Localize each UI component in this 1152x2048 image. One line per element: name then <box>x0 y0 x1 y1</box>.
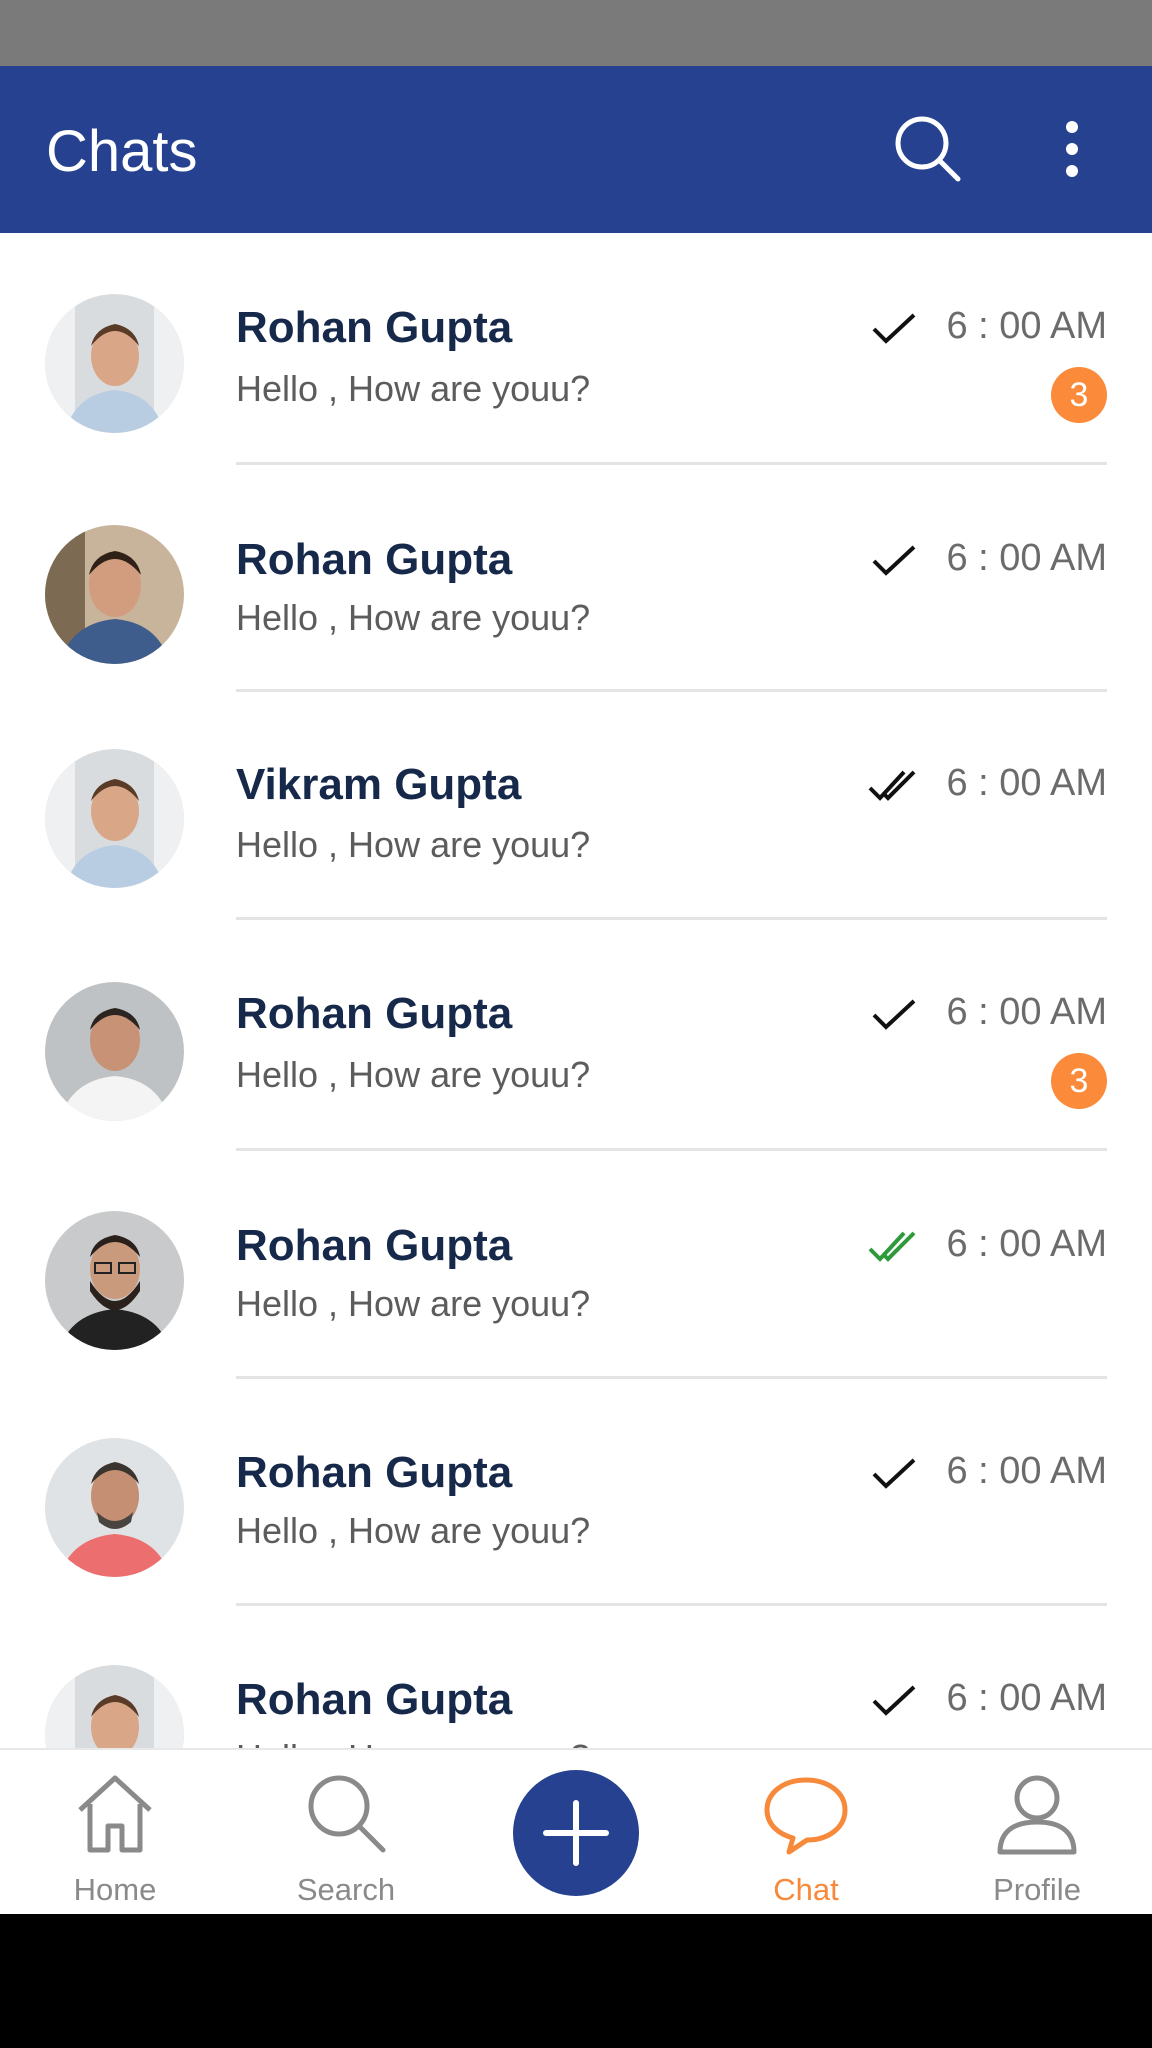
plus-icon <box>543 1800 609 1866</box>
chat-row[interactable]: Rohan Gupta Hello , How are youu? 6 : 00… <box>0 1151 1152 1379</box>
bottom-navigation: Home Search Chat Profile <box>0 1748 1152 1914</box>
nav-home-label: Home <box>73 1872 157 1907</box>
chat-row[interactable]: Rohan Gupta Hello , How are youu? 6 : 00… <box>0 1605 1152 1748</box>
avatar <box>45 1665 184 1748</box>
chat-timestamp: 6 : 00 AM <box>946 1677 1107 1719</box>
chat-row[interactable]: Vikram Gupta Hello , How are youu? 6 : 0… <box>0 692 1152 920</box>
sent-check-icon <box>872 545 916 576</box>
nav-chat-label: Chat <box>773 1872 839 1907</box>
nav-search-label: Search <box>296 1872 396 1907</box>
chat-last-message: Hello , How are youu? <box>236 1737 590 1748</box>
chat-contact-name: Rohan Gupta <box>236 989 513 1038</box>
chat-timestamp: 6 : 00 AM <box>946 991 1107 1033</box>
chat-contact-name: Vikram Gupta <box>236 760 522 809</box>
chat-contact-name: Rohan Gupta <box>236 535 513 584</box>
chat-bubble-icon <box>764 1777 848 1855</box>
nav-home[interactable]: Home <box>25 1750 205 1916</box>
chat-contact-name: Rohan Gupta <box>236 1221 513 1270</box>
chat-timestamp: 6 : 00 AM <box>946 305 1107 347</box>
overflow-menu-button[interactable] <box>1050 111 1094 187</box>
chat-contact-name: Rohan Gupta <box>236 1675 513 1724</box>
avatar <box>45 294 184 433</box>
sent-check-icon <box>872 313 916 344</box>
profile-icon <box>997 1775 1077 1855</box>
new-chat-button[interactable] <box>513 1770 639 1896</box>
chat-timestamp: 6 : 00 AM <box>946 762 1107 804</box>
nav-search[interactable]: Search <box>256 1750 436 1916</box>
chat-last-message: Hello , How are youu? <box>236 1283 591 1324</box>
nav-chat[interactable]: Chat <box>716 1750 896 1916</box>
avatar <box>45 749 184 888</box>
chat-row[interactable]: Rohan Gupta Hello , How are youu? 6 : 00… <box>0 233 1152 465</box>
read-double-check-icon <box>868 1231 916 1262</box>
sent-check-icon <box>872 1458 916 1489</box>
chat-last-message: Hello , How are youu? <box>236 1054 591 1095</box>
chat-list[interactable]: Rohan Gupta Hello , How are youu? 6 : 00… <box>0 233 1152 1748</box>
chat-last-message: Hello , How are youu? <box>236 1510 591 1551</box>
chat-row[interactable]: Rohan Gupta Hello , How are youu? 6 : 00… <box>0 919 1152 1151</box>
chat-last-message: Hello , How are youu? <box>236 597 591 638</box>
more-vertical-icon <box>1066 121 1078 177</box>
avatar <box>45 1211 184 1350</box>
chat-timestamp: 6 : 00 AM <box>946 1450 1107 1492</box>
chat-row[interactable]: Rohan Gupta Hello , How are youu? 6 : 00… <box>0 1378 1152 1606</box>
status-bar <box>0 0 1152 66</box>
home-icon <box>78 1775 152 1853</box>
search-icon <box>895 116 961 182</box>
chat-timestamp: 6 : 00 AM <box>946 1223 1107 1265</box>
chat-contact-name: Rohan Gupta <box>236 303 513 352</box>
nav-profile[interactable]: Profile <box>947 1750 1127 1916</box>
sent-check-icon <box>872 1685 916 1716</box>
nav-profile-label: Profile <box>993 1872 1081 1907</box>
unread-badge: 3 <box>1051 367 1107 423</box>
delivered-double-check-icon <box>868 770 916 801</box>
chat-timestamp: 6 : 00 AM <box>946 537 1107 579</box>
avatar <box>45 982 184 1121</box>
search-button[interactable] <box>890 111 966 187</box>
app-bar: Chats <box>0 66 1152 233</box>
page-title: Chats <box>46 119 198 184</box>
avatar <box>45 1438 184 1577</box>
system-navigation-bar <box>0 1914 1152 2048</box>
search-icon <box>308 1775 386 1853</box>
unread-badge: 3 <box>1051 1053 1107 1109</box>
sent-check-icon <box>872 999 916 1030</box>
chat-last-message: Hello , How are youu? <box>236 824 591 865</box>
chat-last-message: Hello , How are youu? <box>236 368 591 409</box>
chat-contact-name: Rohan Gupta <box>236 1448 513 1497</box>
chat-row[interactable]: Rohan Gupta Hello , How are youu? 6 : 00… <box>0 465 1152 692</box>
avatar <box>45 525 184 664</box>
